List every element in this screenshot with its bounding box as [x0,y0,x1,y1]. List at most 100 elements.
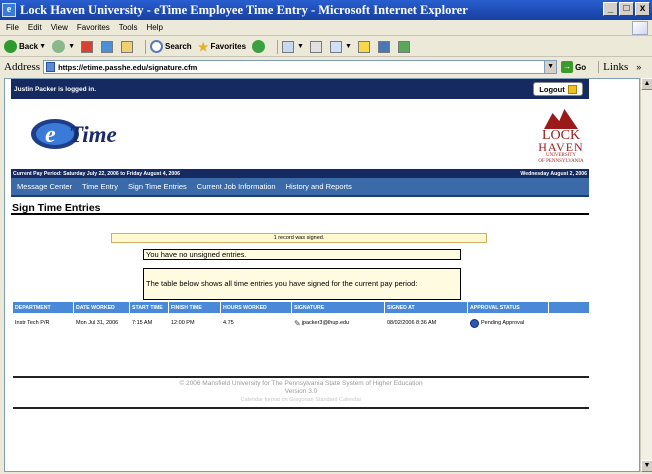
logged-in-text: Justin Packer is logged in. [14,85,96,93]
cell-hours-worked: 4.75 [221,313,292,333]
print-icon [309,40,322,53]
nav-time-entry[interactable]: Time Entry [82,182,118,191]
address-bar: Address https://etime.passhe.edu/signatu… [0,58,652,76]
scroll-down-icon[interactable]: ▼ [641,460,652,472]
col-department: DEPARTMENT [13,302,74,313]
table-row: Instr Tech P/R Mon Jul 31, 2006 7:15 AM … [13,313,589,333]
menu-help[interactable]: Help [146,23,162,32]
page-viewport: Justin Packer is logged in. Logout e Tim… [4,78,640,472]
maximize-button[interactable]: □ [619,2,634,16]
research-button[interactable] [377,40,392,53]
home-icon [121,40,133,53]
toolbar-divider [277,39,279,54]
logout-icon [567,84,577,94]
cell-date-worked: Mon Jul 31, 2006 [74,313,130,333]
footer-version: Version 3.0 [284,388,318,395]
links-button[interactable]: Links [598,61,628,73]
back-arrow-icon [4,40,17,53]
cell-department: Instr Tech P/R [13,313,74,333]
etime-logo: e Time [29,115,149,156]
nav-sign-time-entries[interactable]: Sign Time Entries [128,182,187,191]
address-label: Address [4,61,41,73]
pay-period-text: Current Pay Period: Saturday July 22, 20… [13,170,181,177]
nav-history-and-reports[interactable]: History and Reports [286,182,352,191]
footer-note: Calendar format on Gregorian Standard Ca… [240,397,362,403]
ie-icon: e [2,3,16,17]
signed-entries-table: DEPARTMENT DATE WORKED START TIME FINISH… [13,302,589,333]
nav-message-center[interactable]: Message Center [17,182,72,191]
menu-tools[interactable]: Tools [119,23,138,32]
address-input[interactable]: https://etime.passhe.edu/signature.cfm ▼ [43,60,558,74]
univ-logo-line4: OF PENNSYLVANIA [538,159,584,164]
logout-button[interactable]: Logout [533,82,583,96]
links-chevron-icon[interactable]: » [636,62,641,72]
col-hours-worked: HOURS WORKED [221,302,292,313]
footer-copyright: © 2006 Mansfield University for The Penn… [179,380,423,387]
stop-button[interactable] [81,40,95,53]
cell-start-time: 7:15 AM [130,313,169,333]
edit-button[interactable]: ▼ [329,40,352,53]
scroll-up-icon[interactable]: ▲ [641,78,652,90]
search-icon [150,40,163,53]
print-button[interactable] [309,40,324,53]
login-bar: Justin Packer is logged in. Logout [11,79,589,99]
chevron-down-icon[interactable]: ▼ [544,61,557,73]
windows-logo-icon [632,21,648,35]
footer-divider-top [13,376,589,378]
toolbar: Back ▼ ▼ Search ★ Favorites ▼ ▼ [0,37,652,57]
approval-status-text: Pending Approval [481,320,525,326]
chevron-down-icon: ▼ [297,43,304,50]
menu-file[interactable]: File [6,23,19,32]
page-icon [46,62,56,72]
nav-current-job-information[interactable]: Current Job Information [197,182,276,191]
go-button[interactable]: → Go [561,61,586,73]
messenger-button[interactable] [397,40,412,53]
vertical-scrollbar[interactable]: ▲ ▼ [640,78,652,472]
etime-logo-e: e [45,122,56,148]
col-finish-time: FINISH TIME [169,302,221,313]
col-approval-status: APPROVAL STATUS [468,302,549,313]
etime-logo-text: Time [69,122,117,147]
university-logo: LOCK HAVEN UNIVERSITY OF PENNSYLVANIA [535,109,587,165]
table-intro-message: The table below shows all time entries y… [143,268,461,300]
favorites-button[interactable]: ★ Favorites [198,40,246,54]
logout-label: Logout [539,84,565,94]
chevron-down-icon: ▼ [68,43,75,50]
chevron-down-icon: ▼ [344,43,352,50]
history-button[interactable] [252,40,267,53]
forward-button[interactable]: ▼ [52,40,75,53]
home-button[interactable] [121,40,135,53]
footer-divider-bottom [13,407,589,409]
cell-finish-time: 12:00 PM [169,313,221,333]
go-arrow-icon: → [561,61,574,73]
pen-icon: ✎ [294,318,301,328]
menu-edit[interactable]: Edit [28,23,42,32]
signed-confirmation: 1 record was signed. [111,233,487,243]
univ-logo-line2: HAVEN [538,140,584,154]
toolbar-divider [145,39,146,54]
pending-status-icon [470,318,479,328]
back-button[interactable]: Back ▼ [4,40,46,53]
menu-view[interactable]: View [51,23,68,32]
menu-favorites[interactable]: Favorites [77,23,110,32]
star-icon: ★ [197,39,209,54]
refresh-button[interactable] [101,40,115,53]
col-signed-at: SIGNED AT [385,302,468,313]
browser-window: e Lock Haven University - eTime Employee… [0,0,652,474]
cell-signed-at: 08/02/2006 8:36 AM [385,313,468,333]
favorites-label: Favorites [210,42,247,51]
minimize-button[interactable]: _ [603,2,618,16]
col-signature: SIGNATURE [292,302,385,313]
col-date-worked: DATE WORKED [74,302,130,313]
go-label: Go [575,62,587,72]
mail-icon [282,40,295,53]
close-button[interactable]: x [635,2,650,16]
history-icon [252,40,266,53]
search-button[interactable]: Search [150,40,192,53]
search-label: Search [165,42,192,51]
edit-icon [329,40,342,53]
folder-button[interactable] [357,40,372,53]
cell-signature: ✎ jpacker3@lhup.edu [292,313,385,333]
mail-button[interactable]: ▼ [282,40,304,53]
chevron-down-icon: ▼ [39,43,47,50]
